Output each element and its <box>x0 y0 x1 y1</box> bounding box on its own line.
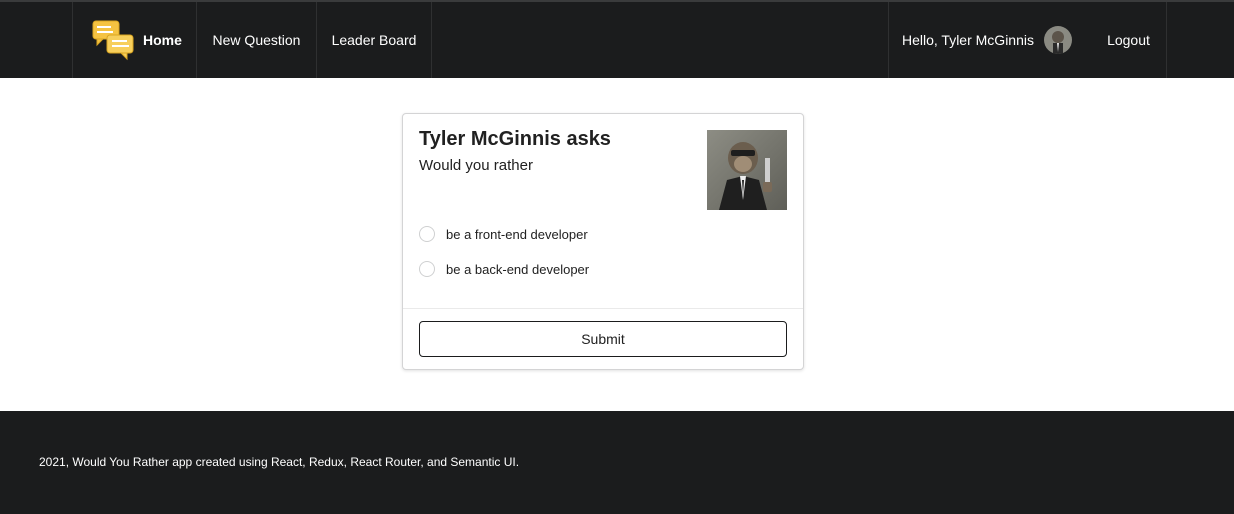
nav-divider <box>431 2 432 78</box>
answer-option-label: be a front-end developer <box>446 226 588 242</box>
question-card: Tyler McGinnis asks Would you rather be … <box>402 113 804 370</box>
nav-home-link[interactable]: Home <box>73 2 196 78</box>
greeting-text: Hello, Tyler McGinnis <box>901 32 1034 48</box>
radio-button[interactable] <box>419 226 435 242</box>
answer-option[interactable]: be a back-end developer <box>419 259 589 279</box>
footer: 2021, Would You Rather app created using… <box>0 411 1234 514</box>
submit-button[interactable]: Submit <box>419 321 787 357</box>
nav-home-label: Home <box>143 32 182 48</box>
user-greeting: Hello, Tyler McGinnis <box>889 2 1084 78</box>
logout-link[interactable]: Logout <box>1090 2 1167 78</box>
nav-divider <box>1166 2 1167 78</box>
author-avatar <box>707 130 787 210</box>
question-prompt: Would you rather <box>419 157 533 174</box>
radio-button[interactable] <box>419 261 435 277</box>
top-navbar: Home New Question Leader Board Hello, Ty… <box>0 0 1234 78</box>
question-author-title: Tyler McGinnis asks <box>419 128 611 150</box>
card-divider <box>403 308 803 309</box>
answer-option[interactable]: be a front-end developer <box>419 224 588 244</box>
nav-leader-board-link[interactable]: Leader Board <box>317 2 431 78</box>
chat-bubbles-icon <box>91 19 135 61</box>
answer-option-label: be a back-end developer <box>446 261 590 277</box>
user-avatar <box>1044 26 1072 54</box>
nav-new-question-link[interactable]: New Question <box>197 2 316 78</box>
footer-text: 2021, Would You Rather app created using… <box>39 455 520 469</box>
